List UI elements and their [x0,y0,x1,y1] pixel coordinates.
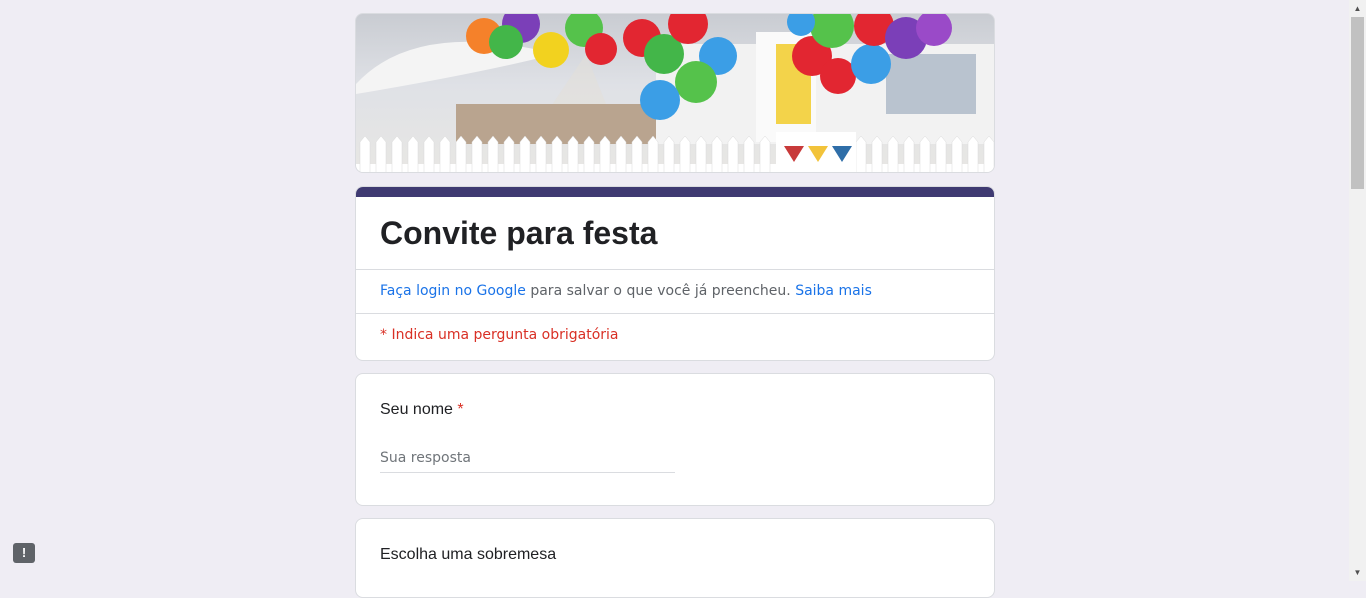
scroll-up-icon[interactable]: ▲ [1349,0,1366,17]
question-card-dessert: Escolha uma sobremesa [355,518,995,598]
form-header-card: Convite para festa Faça login no Google … [355,186,995,361]
answer-input[interactable]: Sua resposta [380,450,675,473]
google-login-link[interactable]: Faça login no Google [380,283,526,299]
learn-more-link[interactable]: Saiba mais [795,283,872,299]
question-title: Escolha uma sobremesa [380,546,557,563]
form-title: Convite para festa [380,215,658,251]
header-image [355,13,995,173]
question-title-text: Seu nome [380,401,453,418]
report-icon[interactable]: ! [13,543,35,563]
scrollbar-thumb[interactable] [1351,17,1364,189]
question-title: Seu nome * [380,398,970,422]
accent-bar [356,187,994,197]
login-notice: Faça login no Google para salvar o que v… [356,270,994,313]
vertical-scrollbar[interactable]: ▲ ▼ [1349,0,1366,581]
login-notice-text: para salvar o que você já preencheu. [525,283,796,299]
scroll-down-icon[interactable]: ▼ [1349,564,1366,581]
required-note: * Indica uma pergunta obrigatória [380,327,619,343]
required-asterisk: * [457,401,464,418]
question-card-name: Seu nome * Sua resposta [355,373,995,506]
form-page: Convite para festa Faça login no Google … [355,13,995,598]
